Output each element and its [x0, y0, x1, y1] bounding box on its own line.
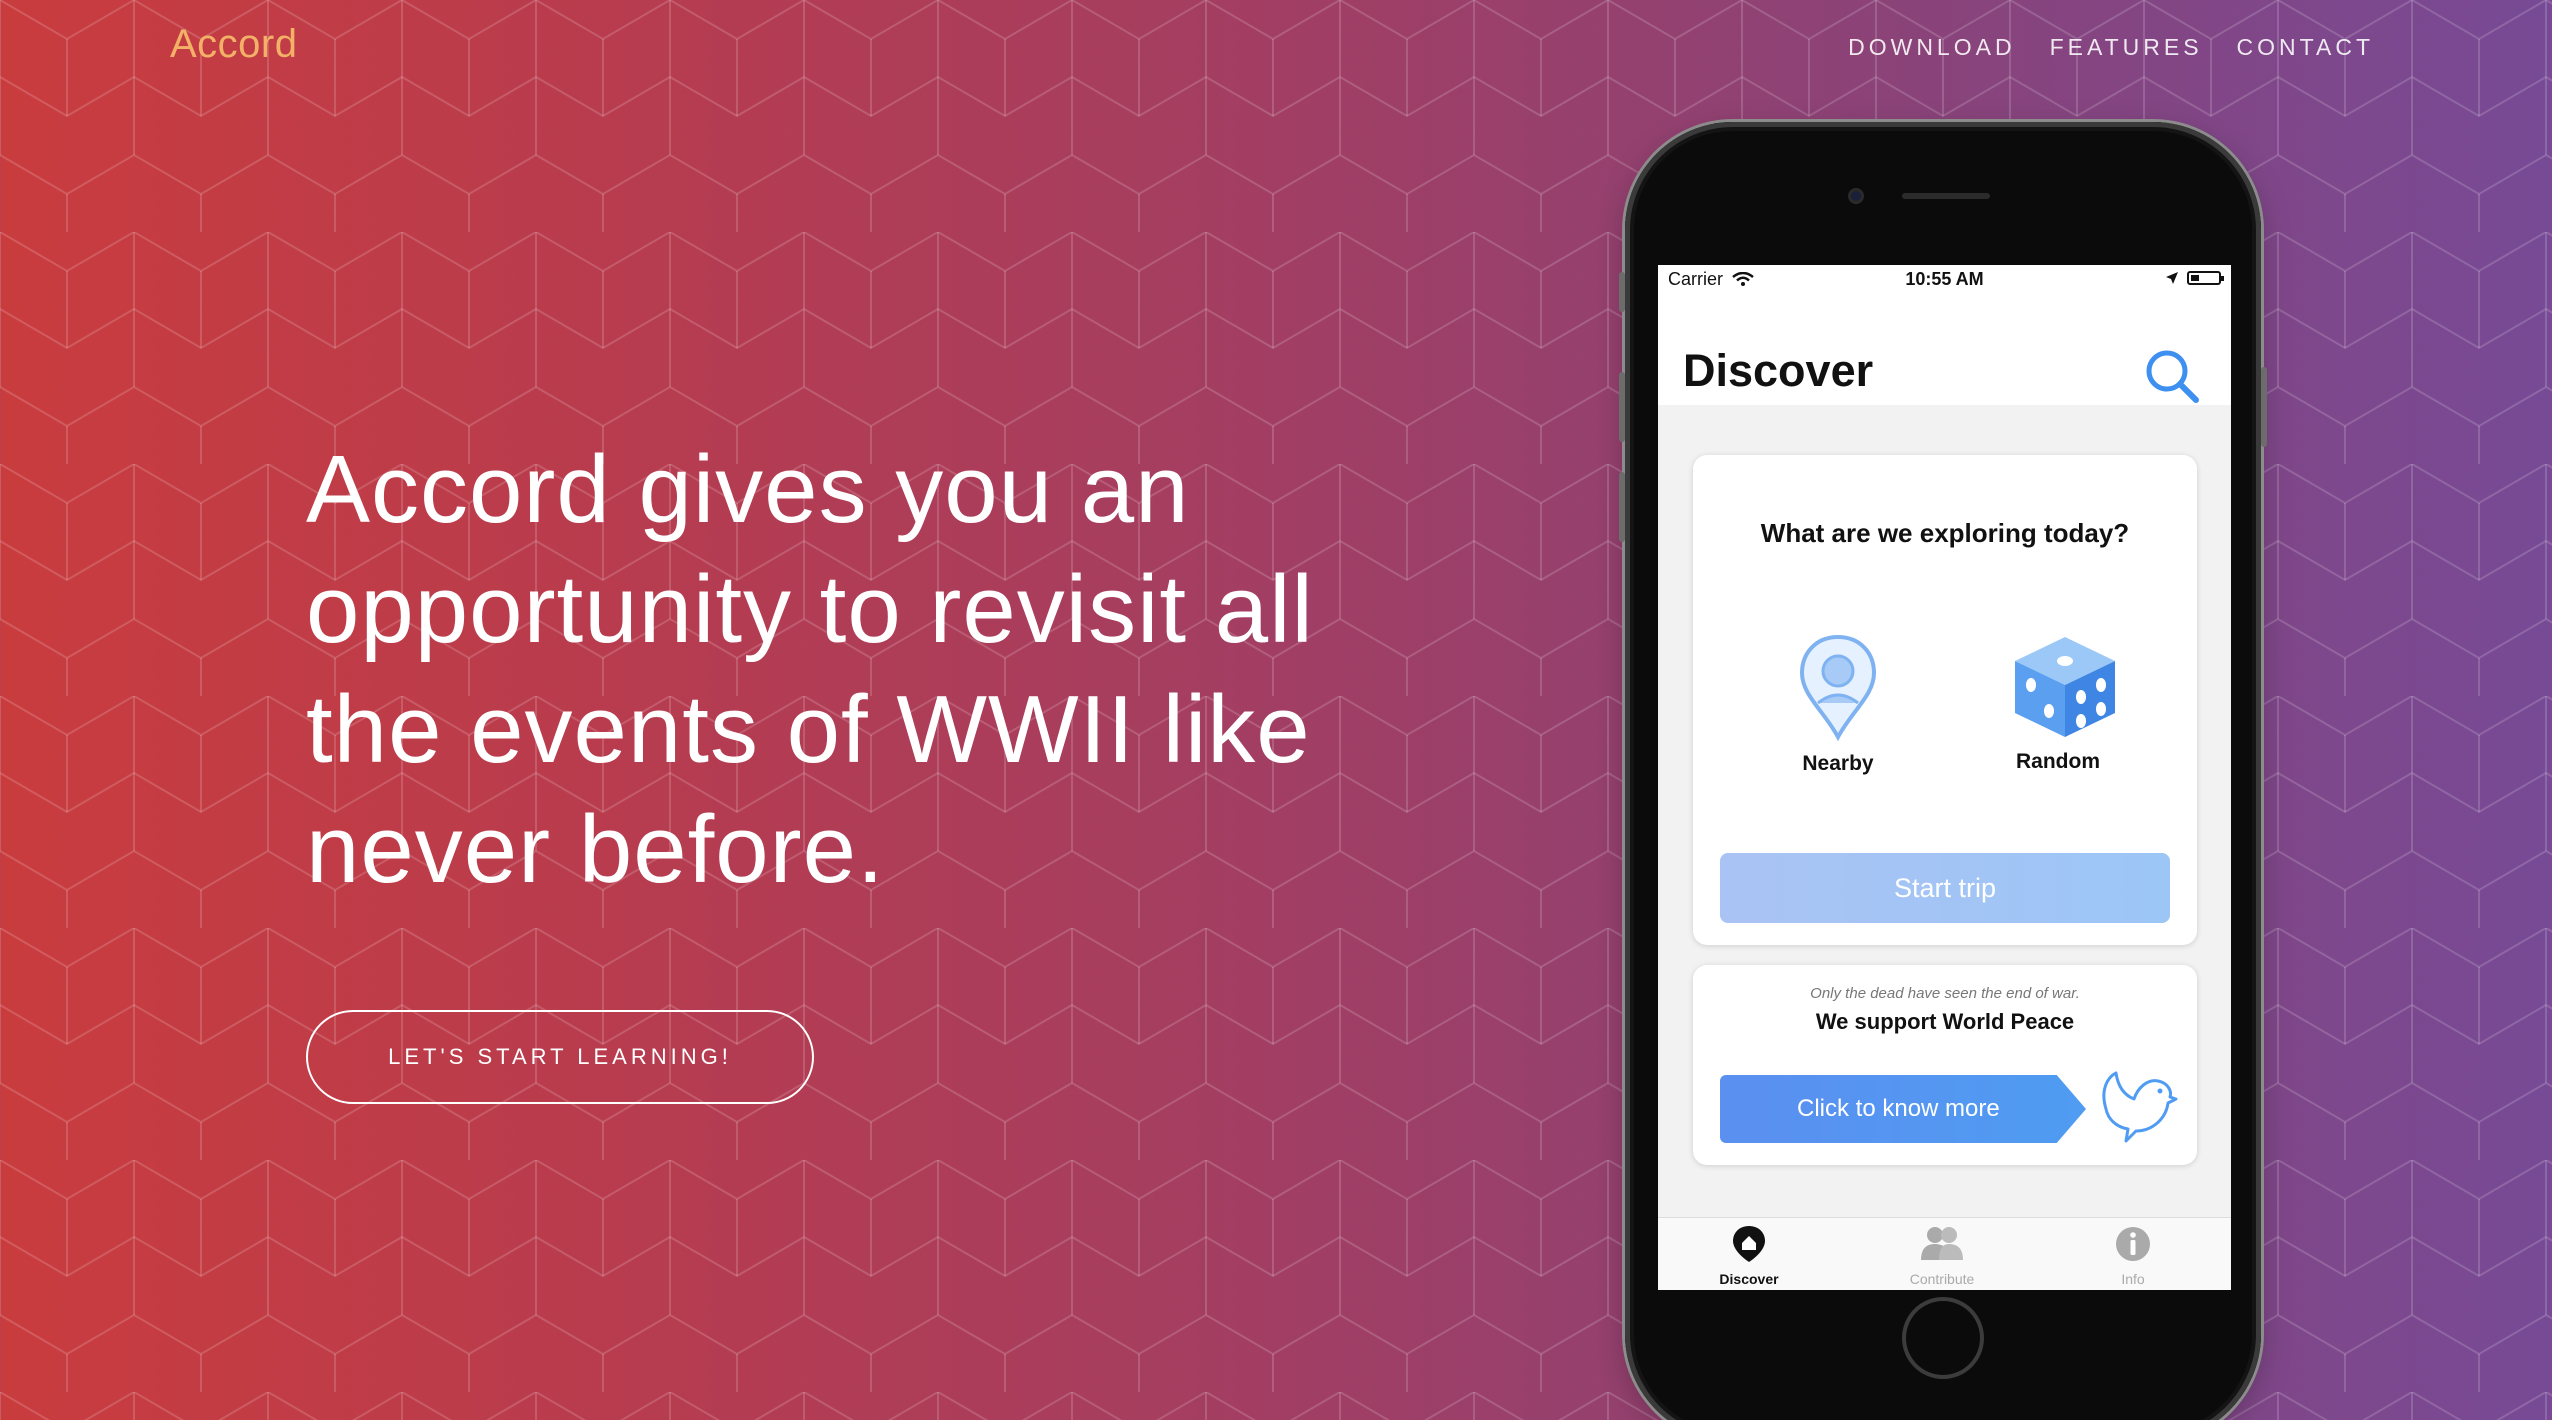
phone-volume-down: [1619, 472, 1625, 542]
app-header: Discover: [1658, 295, 2231, 405]
know-more-button[interactable]: Click to know more: [1720, 1075, 2086, 1143]
hero-heading: Accord gives you an opportunity to revis…: [306, 430, 1366, 910]
battery-icon: [2187, 271, 2224, 285]
explore-card: What are we exploring today? Nearby Rand…: [1693, 455, 2197, 945]
phone-speaker: [1902, 193, 1990, 199]
status-right: [2165, 271, 2224, 285]
map-pin-icon: [1799, 634, 1877, 742]
phone-mockup: Carrier 10:55 AM Discover What are we ex…: [1619, 122, 2267, 1420]
phone-power-button: [2261, 367, 2267, 447]
phone-mute-switch: [1619, 272, 1625, 312]
tab-info[interactable]: Info: [2073, 1224, 2193, 1287]
tab-discover[interactable]: Discover: [1689, 1224, 1809, 1287]
discover-icon: [1733, 1226, 1765, 1262]
explore-question: What are we exploring today?: [1760, 518, 2130, 548]
contribute-icon: [1921, 1227, 1963, 1260]
peace-card: Only the dead have seen the end of war. …: [1693, 965, 2197, 1165]
option-nearby-label: Nearby: [1802, 752, 1874, 775]
status-bar: Carrier 10:55 AM: [1658, 265, 2231, 295]
search-icon: [2146, 350, 2199, 403]
status-time: 10:55 AM: [1905, 269, 1984, 289]
hero-line-1: Accord gives you an: [306, 436, 1190, 543]
dice-icon: [2015, 637, 2115, 737]
search-button[interactable]: [2143, 347, 2201, 410]
tab-discover-label: Discover: [1719, 1271, 1779, 1287]
peace-support-text: We support World Peace: [1815, 1009, 2075, 1034]
tab-contribute[interactable]: Contribute: [1882, 1224, 2002, 1287]
hero-line-3: the events of WWII like: [306, 670, 1366, 790]
phone-screen: Carrier 10:55 AM Discover What are we ex…: [1658, 265, 2231, 1290]
start-trip-button[interactable]: Start trip: [1720, 853, 2170, 923]
page-title: Discover: [1683, 345, 1874, 396]
peace-quote: Only the dead have seen the end of war.: [1810, 985, 2080, 1002]
info-icon: [2116, 1227, 2150, 1261]
option-random-label: Random: [2016, 750, 2100, 773]
top-nav: DOWNLOAD FEATURES CONTACT: [1848, 34, 2374, 61]
hero-line-4: never before.: [306, 796, 885, 903]
location-arrow-icon: [2166, 272, 2178, 284]
hero-line-2: opportunity to revisit all: [306, 556, 1314, 663]
nav-download-link[interactable]: DOWNLOAD: [1848, 34, 2015, 61]
hero-line-3-prefix: the events of: [306, 676, 897, 783]
dove-icon: [2102, 1071, 2178, 1143]
nav-contact-link[interactable]: CONTACT: [2237, 34, 2374, 61]
phone-volume-up: [1619, 372, 1625, 442]
option-nearby[interactable]: Nearby: [1783, 633, 1893, 776]
tab-bar: Discover Contribute Info: [1658, 1217, 2231, 1290]
hero-line-3-suffix: like: [1134, 676, 1311, 783]
nav-features-link[interactable]: FEATURES: [2050, 34, 2203, 61]
phone-home-button[interactable]: [1902, 1297, 1984, 1379]
phone-camera: [1848, 188, 1864, 204]
tab-contribute-label: Contribute: [1909, 1271, 1975, 1287]
option-random[interactable]: Random: [1988, 633, 2128, 774]
tab-info-label: Info: [2121, 1271, 2145, 1287]
brand-logo-link[interactable]: Accord: [170, 22, 298, 67]
start-learning-button[interactable]: LET'S START LEARNING!: [306, 1010, 814, 1104]
hero-emphasis: WWII: [896, 676, 1135, 783]
